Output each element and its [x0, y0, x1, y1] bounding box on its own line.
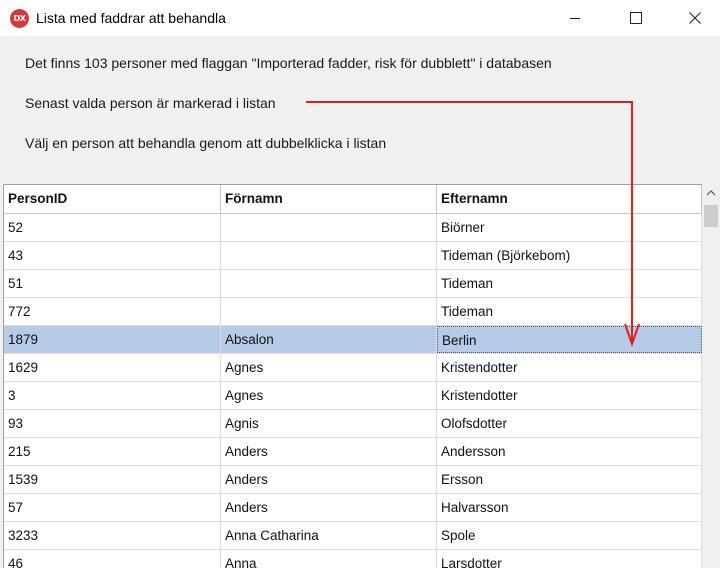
maximize-button[interactable] — [607, 0, 665, 36]
cell-fornamn: Anders — [221, 494, 437, 521]
table-row[interactable]: 215 Anders Andersson — [4, 438, 702, 466]
chevron-up-icon — [706, 190, 716, 196]
cell-efternamn: Andersson — [437, 438, 702, 465]
column-header-efternamn[interactable]: Efternamn — [437, 185, 702, 213]
cell-efternamn: Halvarsson — [437, 494, 702, 521]
cell-personid: 43 — [4, 242, 221, 269]
cell-personid: 1879 — [4, 326, 221, 353]
cell-personid: 215 — [4, 438, 221, 465]
table-row[interactable]: 93 Agnis Olofsdotter — [4, 410, 702, 438]
cell-fornamn: Agnis — [221, 410, 437, 437]
cell-fornamn — [221, 298, 437, 325]
cell-fornamn — [221, 242, 437, 269]
cell-efternamn: Spole — [437, 522, 702, 549]
window-title: Lista med faddrar att behandla — [36, 10, 226, 26]
cell-fornamn: Agnes — [221, 382, 437, 409]
cell-fornamn — [221, 270, 437, 297]
cell-personid: 3 — [4, 382, 221, 409]
vertical-scrollbar[interactable] — [702, 184, 720, 567]
cell-fornamn — [221, 214, 437, 241]
table-row[interactable]: 46 Anna Larsdotter — [4, 550, 702, 568]
cell-personid: 1539 — [4, 466, 221, 493]
cell-fornamn: Anders — [221, 466, 437, 493]
table-row[interactable]: 57 Anders Halvarsson — [4, 494, 702, 522]
table-row-selected[interactable]: 1879 Absalon Berlin — [4, 326, 702, 354]
cell-personid: 1629 — [4, 354, 221, 381]
column-header-fornamn[interactable]: Förnamn — [221, 185, 437, 213]
cell-fornamn: Absalon — [221, 326, 437, 353]
cell-personid: 3233 — [4, 522, 221, 549]
cell-efternamn: Tideman — [437, 270, 702, 297]
cell-personid: 772 — [4, 298, 221, 325]
close-icon — [689, 12, 701, 24]
cell-fornamn: Anna Catharina — [221, 522, 437, 549]
table-row[interactable]: 1539 Anders Ersson — [4, 466, 702, 494]
info-instruction-text: Välj en person att behandla genom att du… — [25, 135, 387, 151]
table-row[interactable]: 52 Biörner — [4, 214, 702, 242]
table-row[interactable]: 51 Tideman — [4, 270, 702, 298]
cell-fornamn: Anders — [221, 438, 437, 465]
scrollbar-thumb[interactable] — [704, 205, 718, 227]
cell-personid: 52 — [4, 214, 221, 241]
table-row[interactable]: 1629 Agnes Kristendotter — [4, 354, 702, 382]
info-count-text: Det finns 103 personer med flaggan "Impo… — [25, 55, 552, 71]
maximize-icon — [630, 12, 642, 24]
minimize-icon — [570, 18, 580, 19]
cell-efternamn: Ersson — [437, 466, 702, 493]
app-logo-icon: DX — [10, 9, 29, 28]
cell-fornamn: Anna — [221, 550, 437, 568]
cell-efternamn: Tideman — [437, 298, 702, 325]
table-row[interactable]: 43 Tideman (Björkebom) — [4, 242, 702, 270]
cell-personid: 46 — [4, 550, 221, 568]
cell-personid: 57 — [4, 494, 221, 521]
cell-personid: 93 — [4, 410, 221, 437]
scroll-up-button[interactable] — [702, 184, 720, 202]
cell-efternamn: Berlin — [437, 326, 702, 353]
list-header: PersonID Förnamn Efternamn — [4, 185, 702, 214]
table-row[interactable]: 3 Agnes Kristendotter — [4, 382, 702, 410]
info-selected-text: Senast valda person är markerad i listan — [25, 95, 276, 111]
cell-efternamn: Kristendotter — [437, 382, 702, 409]
minimize-button[interactable] — [546, 0, 604, 36]
person-list[interactable]: PersonID Förnamn Efternamn 52 Biörner 43 Ti… — [3, 184, 702, 568]
column-header-personid[interactable]: PersonID — [4, 185, 221, 213]
table-row[interactable]: 772 Tideman — [4, 298, 702, 326]
cell-efternamn: Tideman (Björkebom) — [437, 242, 702, 269]
cell-efternamn: Biörner — [437, 214, 702, 241]
title-bar: DX Lista med faddrar att behandla — [0, 0, 720, 36]
cell-efternamn: Larsdotter — [437, 550, 702, 568]
table-row[interactable]: 3233 Anna Catharina Spole — [4, 522, 702, 550]
cell-efternamn: Kristendotter — [437, 354, 702, 381]
close-button[interactable] — [666, 0, 720, 36]
cell-efternamn: Olofsdotter — [437, 410, 702, 437]
cell-fornamn: Agnes — [221, 354, 437, 381]
cell-personid: 51 — [4, 270, 221, 297]
